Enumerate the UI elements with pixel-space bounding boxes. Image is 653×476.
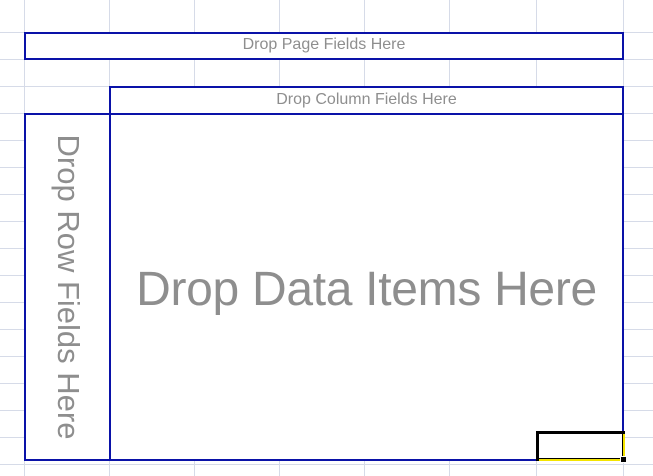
active-cell-highlight	[539, 434, 625, 461]
page-fields-drop-zone[interactable]: Drop Page Fields Here	[24, 32, 624, 60]
data-items-drop-zone[interactable]: Drop Data Items Here	[109, 113, 624, 461]
page-fields-label: Drop Page Fields Here	[242, 36, 406, 53]
column-fields-drop-zone[interactable]: Drop Column Fields Here	[109, 86, 624, 115]
data-items-label: Drop Data Items Here	[136, 262, 597, 316]
row-fields-label: Drop Row Fields Here	[50, 134, 86, 440]
column-fields-label: Drop Column Fields Here	[276, 90, 457, 108]
gridline-horizontal	[0, 464, 653, 465]
spreadsheet-grid[interactable]: Drop Page Fields Here Drop Column Fields…	[0, 0, 653, 476]
row-fields-drop-zone[interactable]: Drop Row Fields Here	[24, 113, 111, 461]
active-cell-selection[interactable]	[536, 431, 627, 463]
fill-handle[interactable]	[620, 456, 627, 463]
